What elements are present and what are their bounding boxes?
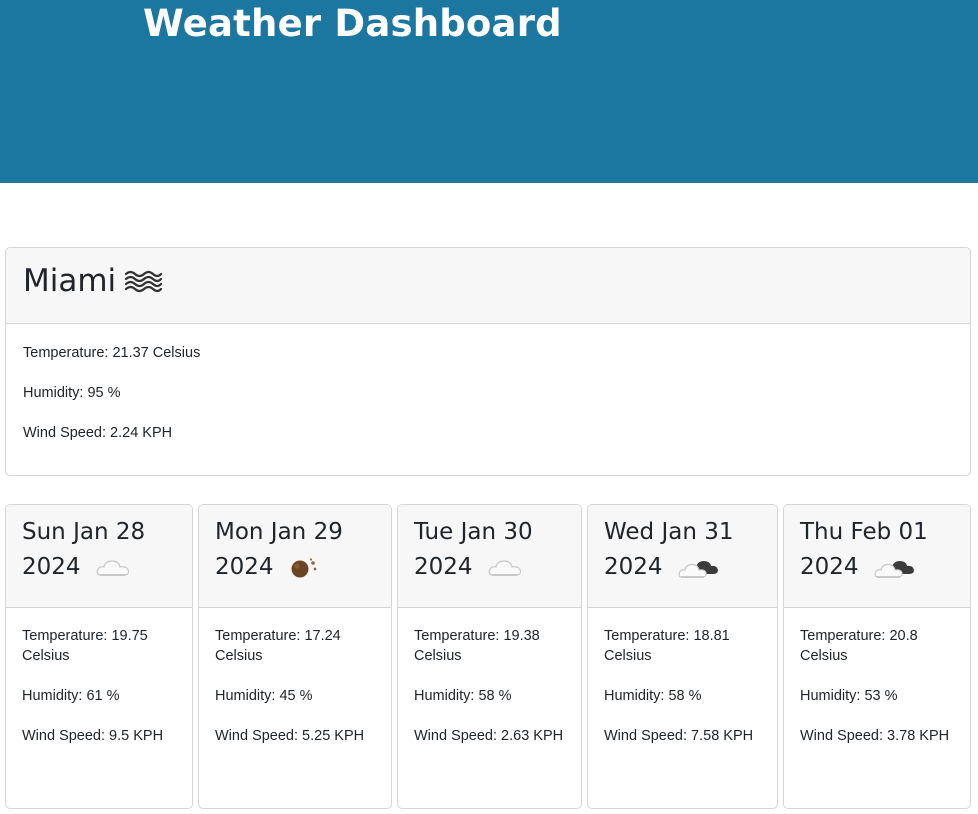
cloud-icon	[488, 559, 521, 576]
forecast-wind-speed: Wind Speed: 3.78 KPH	[800, 728, 950, 744]
current-temperature: Temperature: 21.37 Celsius	[23, 345, 201, 361]
clear-sky-icon	[291, 557, 317, 577]
broken-clouds-icon	[678, 560, 718, 578]
forecast-temperature: Temperature: 19.75 Celsius	[22, 628, 148, 664]
cloud-icon	[96, 559, 129, 576]
forecast-card: Mon Jan 29 2024 Temperature: 17.24 Celsi…	[198, 504, 392, 809]
page-header: Weather Dashboard	[0, 0, 978, 183]
forecast-temperature: Temperature: 20.8 Celsius	[800, 628, 918, 664]
forecast-date: Thu Feb 01 2024	[800, 519, 928, 580]
forecast-temperature: Temperature: 17.24 Celsius	[215, 628, 341, 664]
forecast-temperature: Temperature: 19.38 Celsius	[414, 628, 540, 664]
mist-icon	[125, 270, 163, 293]
forecast-date: Tue Jan 30 2024	[414, 519, 533, 580]
forecast-date: Wed Jan 31 2024	[604, 519, 734, 580]
forecast-card: Thu Feb 01 2024 Temperature: 20.8 Celsiu…	[783, 504, 971, 809]
current-humidity: Humidity: 95 %	[23, 385, 121, 401]
forecast-humidity: Humidity: 58 %	[604, 688, 702, 704]
forecast-wind-speed: Wind Speed: 2.63 KPH	[414, 728, 564, 744]
forecast-humidity: Humidity: 53 %	[800, 688, 898, 704]
forecast-card: Tue Jan 30 2024 Temperature: 19.38 Celsi…	[397, 504, 582, 809]
forecast-wind-speed: Wind Speed: 9.5 KPH	[22, 728, 164, 744]
current-weather-card: Miami Temperature: 21.37 Celsius Humidit…	[5, 247, 971, 476]
current-wind-speed: Wind Speed: 2.24 KPH	[23, 425, 173, 441]
current-weather-header: Miami	[6, 248, 970, 324]
city-heading: Miami	[23, 260, 163, 302]
city-name: Miami	[23, 263, 117, 299]
forecast-card: Wed Jan 31 2024 Temperature: 18.81 Celsi…	[587, 504, 778, 809]
forecast-wind-speed: Wind Speed: 5.25 KPH	[215, 728, 365, 744]
forecast-humidity: Humidity: 61 %	[22, 688, 120, 704]
forecast-temperature: Temperature: 18.81 Celsius	[604, 628, 730, 664]
forecast-humidity: Humidity: 58 %	[414, 688, 512, 704]
forecast-card: Sun Jan 28 2024 Temperature: 19.75 Celsi…	[5, 504, 193, 809]
forecast-wind-speed: Wind Speed: 7.58 KPH	[604, 728, 754, 744]
forecast-date: Mon Jan 29 2024	[215, 519, 343, 580]
forecast-date: Sun Jan 28 2024	[22, 519, 146, 580]
broken-clouds-icon	[874, 560, 914, 578]
forecast-humidity: Humidity: 45 %	[215, 688, 313, 704]
page-title: Weather Dashboard	[143, 2, 562, 45]
